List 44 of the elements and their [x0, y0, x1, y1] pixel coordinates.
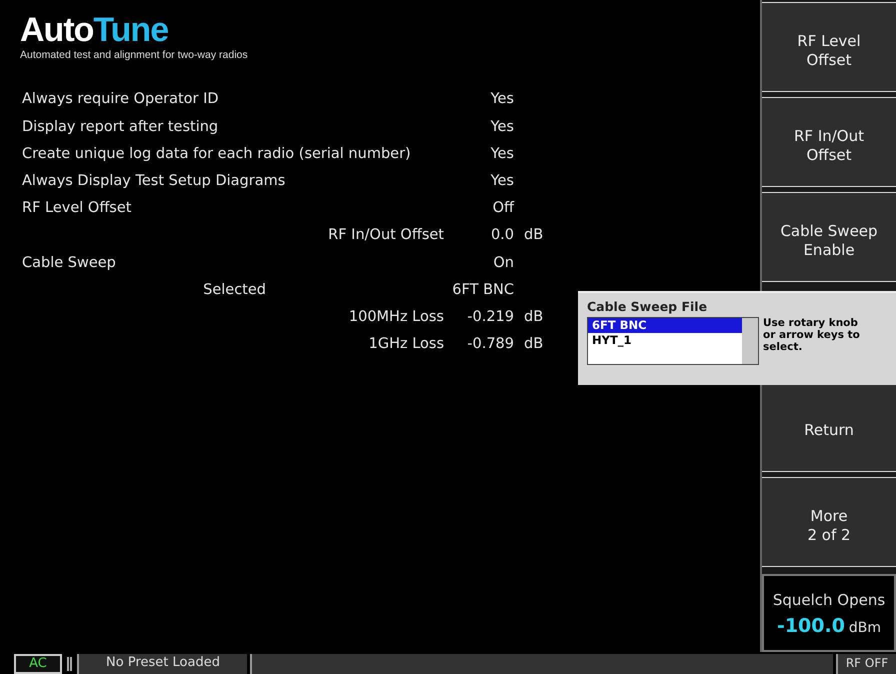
setting-value: Off: [492, 199, 514, 218]
setting-label: RF Level Offset: [22, 199, 132, 218]
logo-text: Auto: [20, 11, 94, 49]
softkey[interactable]: More 2 of 2: [762, 477, 896, 567]
setting-value: 0.0: [490, 226, 514, 246]
unit-label: dB: [523, 335, 544, 354]
setting-label: Display report after testing: [22, 118, 220, 137]
setting-value: Yes: [490, 90, 514, 110]
setting-label: Always Display Test Setup Diagrams: [22, 172, 286, 192]
list-item[interactable]: HYT_1: [588, 332, 742, 348]
tagline: Automated test and alignment for two-way radios: [20, 48, 249, 63]
squelch-value: -100.0: [776, 614, 845, 636]
setting-label: RF In/Out Offset: [328, 226, 444, 246]
softkey[interactable]: RF Level Offset: [762, 2, 896, 92]
setting-value: Yes: [490, 172, 514, 192]
status-marker: [67, 657, 72, 671]
list-item[interactable]: 6FT BNC: [588, 318, 742, 333]
rf-status: RF OFF: [836, 654, 896, 674]
logo-text: Tune: [93, 11, 168, 49]
setting-value: Yes: [490, 144, 514, 164]
squelch-label: Squelch Opens: [772, 590, 886, 611]
unit-label: dBm: [848, 620, 882, 636]
setting-label: Always require Operator ID: [22, 90, 220, 110]
softkey[interactable]: Return: [762, 382, 896, 472]
file-listbox[interactable]: 6FT BNC HYT_1: [587, 316, 759, 365]
setting-value: -0.219: [466, 308, 514, 327]
unit-label: dB: [523, 226, 544, 246]
setting-label: 100MHz Loss: [348, 308, 444, 327]
setting-value: 6FT BNC: [451, 280, 514, 300]
softkey[interactable]: Cable Sweep Enable: [762, 192, 896, 282]
setting-label: Selected: [203, 280, 266, 300]
scrollbar[interactable]: [742, 318, 758, 364]
setting-label: Create unique log data for each radio (serial number): [22, 144, 412, 164]
popup-title: Cable Sweep File: [587, 298, 708, 316]
setting-label: 1GHz Loss: [368, 335, 444, 354]
unit-label: dB: [523, 308, 544, 327]
preset-status: No Preset Loaded: [77, 654, 247, 674]
mode-indicator: AC: [14, 654, 62, 674]
setting-label: Cable Sweep: [22, 254, 117, 273]
setting-value: On: [492, 254, 514, 273]
softkey[interactable]: RF In/Out Offset: [762, 97, 896, 187]
setting-value: -0.789: [466, 335, 514, 354]
setting-value: Yes: [490, 118, 514, 137]
hint-text: Use rotary knob or arrow keys to select.: [763, 316, 861, 355]
